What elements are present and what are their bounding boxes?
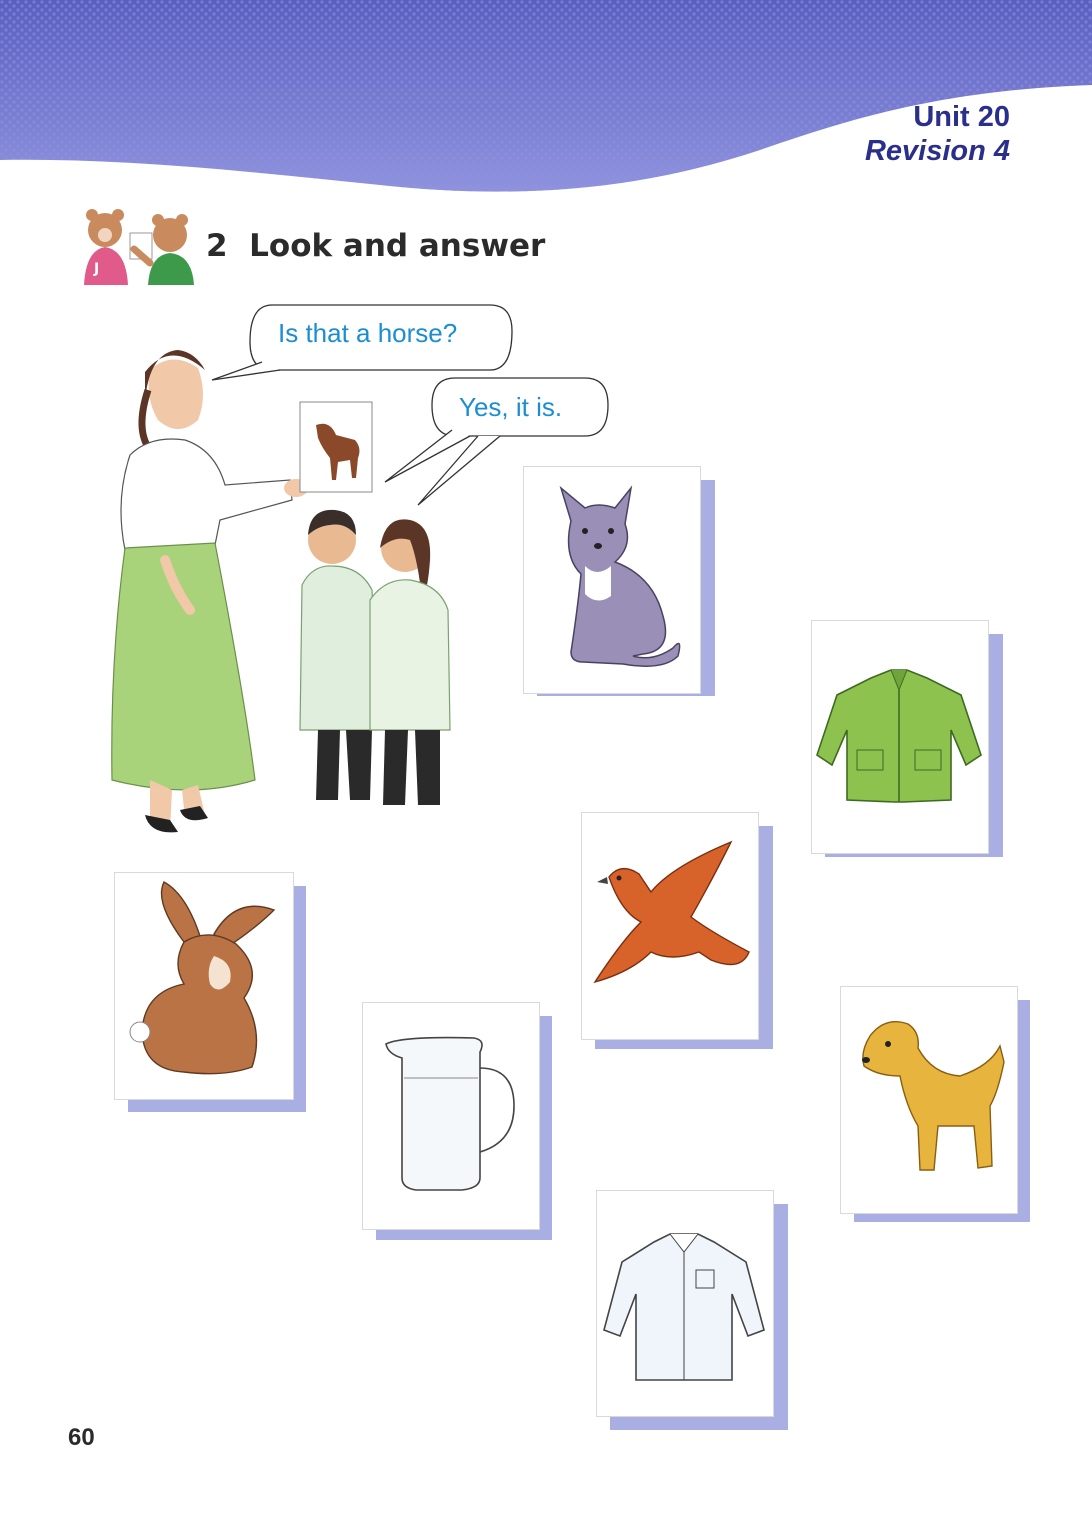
girl-figure (369, 519, 451, 805)
shirt-icon (603, 1233, 765, 1381)
coat-card (811, 620, 1003, 857)
jug-card (362, 1002, 552, 1240)
bird-icon (593, 840, 750, 984)
cat-icon (559, 485, 681, 667)
page-number: 60 (68, 1424, 95, 1451)
horse-flashcard (299, 401, 373, 493)
cat-card (523, 466, 715, 696)
bird-card (581, 812, 773, 1049)
jug-icon (385, 1036, 515, 1191)
boy-figure (299, 509, 379, 800)
coat-icon (816, 669, 982, 803)
shirt-card (596, 1190, 788, 1430)
question-bubble-text: Is that a horse? (278, 318, 458, 348)
teacher-figure (111, 350, 308, 833)
dog-card (840, 986, 1030, 1222)
rabbit-card (114, 872, 306, 1112)
rabbit-icon (129, 881, 276, 1075)
answer-bubble-text: Yes, it is. (459, 392, 563, 422)
dog-icon (862, 1021, 1005, 1171)
